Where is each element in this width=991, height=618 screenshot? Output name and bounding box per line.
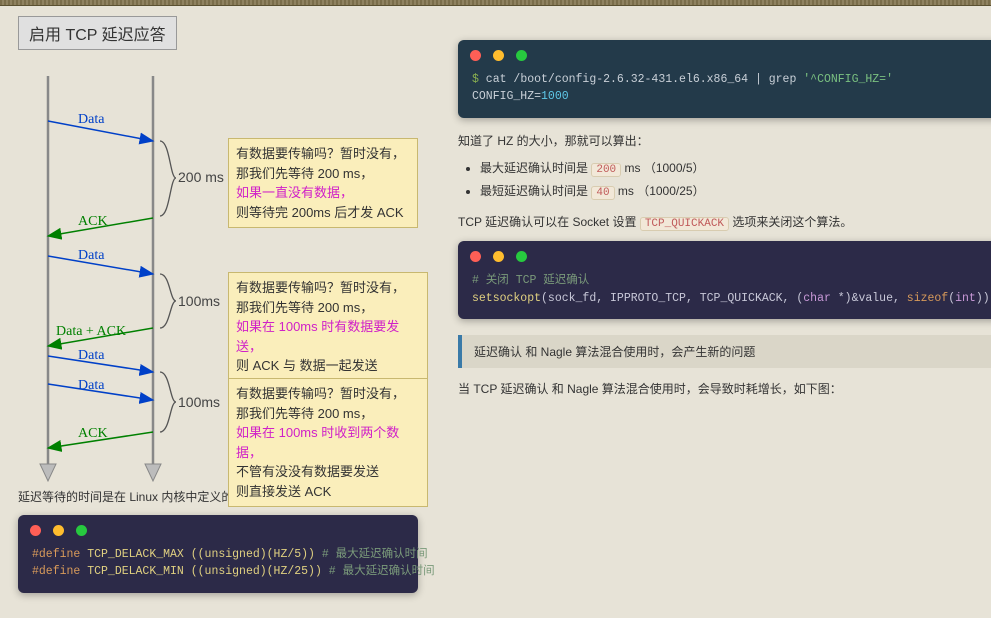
note-line: 那我们先等待 200 ms， — [236, 164, 410, 184]
list-item: 最大延迟确认时间是 200 ms （1000/5） — [480, 159, 991, 180]
label-ack: ACK — [78, 214, 108, 230]
maximize-icon — [76, 525, 87, 536]
close-icon — [470, 251, 481, 262]
code-block-cat: $ cat /boot/config-2.6.32-431.el6.x86_64… — [458, 40, 991, 118]
note-box-1: 有数据要传输吗？暂时没有， 那我们先等待 200 ms， 如果一直没有数据， 则… — [228, 138, 418, 228]
time-200ms: 200 ms — [178, 169, 224, 185]
note-line-emph: 如果在 100ms 时有数据要发送， — [236, 317, 420, 356]
note-line: 则直接发送 ACK — [236, 482, 420, 502]
calc-list: 最大延迟确认时间是 200 ms （1000/5） 最短延迟确认时间是 40 m… — [480, 159, 991, 203]
code-line: setsockopt(sock_fd, IPPROTO_TCP, TCP_QUI… — [458, 290, 991, 307]
list-item: 最短延迟确认时间是 40 ms （1000/25） — [480, 182, 991, 203]
note-box-2: 有数据要传输吗？暂时没有， 那我们先等待 200 ms， 如果在 100ms 时… — [228, 272, 428, 382]
code-line: #define TCP_DELACK_MAX ((unsigned)(HZ/5)… — [18, 546, 418, 563]
time-100ms: 100ms — [178, 394, 220, 410]
note-line: 则等待完 200ms 后才发 ACK — [236, 203, 410, 223]
label-data: Data — [78, 348, 104, 364]
maximize-icon — [516, 251, 527, 262]
timing-diagram: Data ACK Data Data + ACK Data Data ACK 2… — [18, 56, 428, 476]
code-comment: # 关闭 TCP 延迟确认 — [458, 272, 991, 289]
window-controls — [18, 515, 418, 546]
close-icon — [470, 50, 481, 61]
note-line-emph: 如果在 100ms 时收到两个数据， — [236, 423, 420, 462]
note-line: 则 ACK 与 数据一起发送 — [236, 356, 420, 376]
maximize-icon — [516, 50, 527, 61]
inline-code: TCP_QUICKACK — [640, 217, 729, 231]
note-line: 不管有没没有数据要发送 — [236, 462, 420, 482]
code-line: CONFIG_HZ=1000 — [458, 88, 991, 105]
inline-code: 200 — [591, 163, 621, 177]
inline-code: 40 — [591, 186, 614, 200]
main-content: 启用 TCP 延迟应答 — [0, 6, 991, 618]
window-controls — [458, 241, 991, 272]
code-line: #define TCP_DELACK_MIN ((unsigned)(HZ/25… — [18, 563, 418, 580]
minimize-icon — [493, 50, 504, 61]
label-data: Data — [78, 378, 104, 394]
window-controls — [458, 40, 991, 71]
code-block-define: #define TCP_DELACK_MAX ((unsigned)(HZ/5)… — [18, 515, 418, 593]
body-text: 当 TCP 延迟确认 和 Nagle 算法混合使用时，会导致时耗增长，如下图： — [458, 380, 991, 399]
diagram-title: 启用 TCP 延迟应答 — [18, 16, 177, 50]
label-data: Data — [78, 248, 104, 264]
body-text: TCP 延迟确认可以在 Socket 设置 TCP_QUICKACK 选项来关闭… — [458, 213, 991, 234]
note-line: 有数据要传输吗？暂时没有， — [236, 384, 420, 404]
minimize-icon — [53, 525, 64, 536]
label-data: Data — [78, 112, 104, 128]
code-line: $ cat /boot/config-2.6.32-431.el6.x86_64… — [458, 71, 991, 88]
note-box-3: 有数据要传输吗？暂时没有， 那我们先等待 200 ms， 如果在 100ms 时… — [228, 378, 428, 507]
code-block-setsockopt: # 关闭 TCP 延迟确认 setsockopt(sock_fd, IPPROT… — [458, 241, 991, 319]
callout-warning: 延迟确认 和 Nagle 算法混合使用时，会产生新的问题 — [458, 335, 991, 368]
note-line: 有数据要传输吗？暂时没有， — [236, 278, 420, 298]
note-line-emph: 如果一直没有数据， — [236, 183, 410, 203]
time-100ms: 100ms — [178, 293, 220, 309]
label-data-ack: Data + ACK — [56, 324, 126, 340]
note-line: 有数据要传输吗？暂时没有， — [236, 144, 410, 164]
body-text: 知道了 HZ 的大小，那就可以算出： — [458, 132, 991, 151]
label-ack: ACK — [78, 426, 108, 442]
minimize-icon — [493, 251, 504, 262]
close-icon — [30, 525, 41, 536]
note-line: 那我们先等待 200 ms， — [236, 404, 420, 424]
note-line: 那我们先等待 200 ms， — [236, 298, 420, 318]
